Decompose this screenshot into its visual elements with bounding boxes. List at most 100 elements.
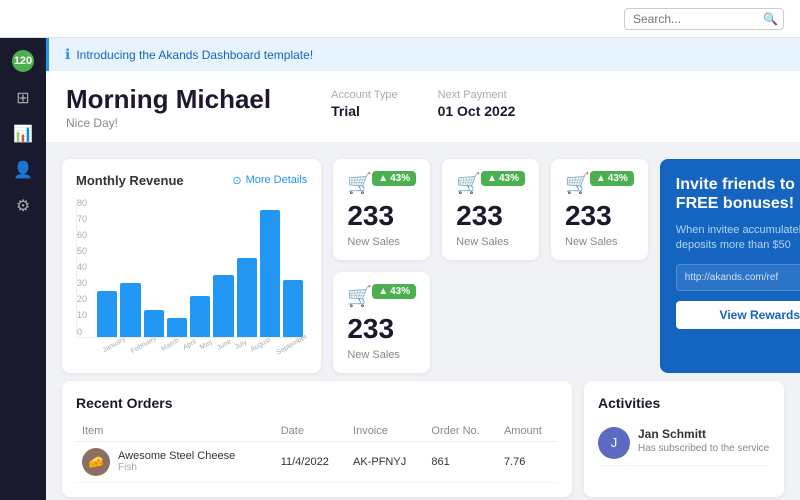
y-label-30: 30 bbox=[77, 278, 87, 288]
account-info: Account Type Trial Next Payment 01 Oct 2… bbox=[331, 89, 515, 119]
row-item-cell: 🧀 Awesome Steel Cheese Fish bbox=[76, 441, 275, 482]
stat-card-2-top: 🛒 ▲ 43% bbox=[456, 171, 525, 196]
y-label-80: 80 bbox=[77, 198, 87, 208]
cart-icon-4: 🛒 bbox=[347, 284, 372, 309]
stat-badge-4: ▲ 43% bbox=[372, 284, 416, 299]
next-payment-block: Next Payment 01 Oct 2022 bbox=[438, 89, 516, 119]
stat-card-4-top: 🛒 ▲ 43% bbox=[347, 284, 416, 309]
sidebar: 120 ⊞ 📊 👤 ⚙ bbox=[0, 38, 46, 500]
chart-area: 80 70 60 50 40 30 20 10 0 bbox=[76, 198, 307, 338]
item-name: Awesome Steel Cheese bbox=[118, 450, 235, 462]
more-details-link[interactable]: ⊙ More Details bbox=[232, 174, 307, 187]
bar-aug bbox=[260, 210, 280, 337]
col-date: Date bbox=[275, 421, 347, 442]
account-type-label: Account Type bbox=[331, 89, 397, 101]
sidebar-chart-icon[interactable]: 📊 bbox=[13, 124, 33, 144]
next-payment-value: 01 Oct 2022 bbox=[438, 103, 516, 119]
y-label-60: 60 bbox=[77, 230, 87, 240]
col-order-no: Order No. bbox=[425, 421, 498, 442]
bar-jul bbox=[237, 258, 257, 336]
sidebar-user-icon[interactable]: 👤 bbox=[13, 160, 33, 180]
x-label-jul: July bbox=[234, 338, 248, 350]
activity-avatar: J bbox=[598, 427, 630, 459]
activities-card: Activities J Jan Schmitt Has subscribed … bbox=[584, 381, 784, 497]
y-axis-labels: 80 70 60 50 40 30 20 10 0 bbox=[77, 198, 87, 337]
x-label-aug: August bbox=[250, 336, 272, 353]
next-payment-label: Next Payment bbox=[438, 89, 516, 101]
bottom-section: Recent Orders Item Date Invoice Order No… bbox=[46, 381, 800, 500]
bar-mar bbox=[144, 310, 164, 337]
stat-card-4: 🛒 ▲ 43% 233 New Sales bbox=[333, 272, 430, 373]
row-order-no: 861 bbox=[425, 441, 498, 482]
invite-link-box[interactable]: http://akands.com/ref ⧉ bbox=[676, 264, 800, 291]
search-box[interactable]: 🔍 bbox=[624, 8, 784, 30]
view-rewards-button[interactable]: View Rewards bbox=[676, 301, 800, 329]
col-item: Item bbox=[76, 421, 275, 442]
bar-feb bbox=[120, 283, 140, 337]
greeting-subtitle: Nice Day! bbox=[66, 116, 271, 130]
orders-title: Recent Orders bbox=[76, 395, 558, 411]
stat-label-3: New Sales bbox=[565, 236, 634, 248]
invite-desc: When invitee accumulately deposits more … bbox=[676, 223, 800, 254]
item-sub: Fish bbox=[118, 462, 235, 473]
greeting-block: Morning Michael Nice Day! bbox=[66, 85, 271, 130]
activities-title: Activities bbox=[598, 395, 770, 411]
x-axis-labels: January February March April May June Ju… bbox=[76, 342, 307, 349]
x-label-jan: January bbox=[102, 335, 127, 354]
stat-badge-arrow-3: ▲ bbox=[596, 173, 606, 184]
stat-card-1-top: 🛒 ▲ 43% bbox=[347, 171, 416, 196]
y-label-20: 20 bbox=[77, 294, 87, 304]
stat-badge-value-2: 43% bbox=[499, 173, 519, 184]
x-label-mar: March bbox=[160, 337, 180, 353]
x-label-apr: April bbox=[182, 338, 198, 351]
stat-card-3-top: 🛒 ▲ 43% bbox=[565, 171, 634, 196]
main-content: ℹ Introducing the Akands Dashboard templ… bbox=[46, 38, 800, 500]
stat-badge-2: ▲ 43% bbox=[481, 171, 525, 186]
avatar: 🧀 bbox=[82, 448, 110, 476]
sidebar-badge: 120 bbox=[12, 50, 34, 72]
col-invoice: Invoice bbox=[347, 421, 425, 442]
account-type-block: Account Type Trial bbox=[331, 89, 397, 119]
stat-badge-value-4: 43% bbox=[390, 286, 410, 297]
stat-number-1: 233 bbox=[347, 202, 416, 230]
stat-badge-arrow-4: ▲ bbox=[378, 286, 388, 297]
x-label-jun: June bbox=[216, 338, 233, 352]
stat-number-2: 233 bbox=[456, 202, 525, 230]
activity-item: J Jan Schmitt Has subscribed to the serv… bbox=[598, 421, 770, 466]
greeting-name: Morning Michael bbox=[66, 85, 271, 114]
bar-chart: 80 70 60 50 40 30 20 10 0 bbox=[76, 198, 307, 358]
activity-info: Jan Schmitt Has subscribed to the servic… bbox=[638, 427, 769, 454]
table-row: 🧀 Awesome Steel Cheese Fish 11/4/2022 AK… bbox=[76, 441, 558, 482]
stat-label-2: New Sales bbox=[456, 236, 525, 248]
stat-label-4: New Sales bbox=[347, 349, 416, 361]
x-label-may: May bbox=[199, 338, 214, 351]
revenue-title: Monthly Revenue bbox=[76, 173, 184, 188]
stat-card-1: 🛒 ▲ 43% 233 New Sales bbox=[333, 159, 430, 260]
sidebar-settings-icon[interactable]: ⚙ bbox=[16, 196, 30, 216]
item-cell: 🧀 Awesome Steel Cheese Fish bbox=[82, 448, 269, 476]
more-details-label: More Details bbox=[246, 174, 308, 186]
top-bar: 🔍 bbox=[0, 0, 800, 38]
info-icon: ℹ bbox=[65, 46, 70, 63]
dashboard-grid: Monthly Revenue ⊙ More Details 80 70 60 … bbox=[46, 143, 800, 381]
bar-sep bbox=[283, 280, 303, 337]
header-section: Morning Michael Nice Day! Account Type T… bbox=[46, 71, 800, 143]
account-type-value: Trial bbox=[331, 103, 397, 119]
activity-desc: Has subscribed to the service bbox=[638, 443, 769, 454]
revenue-card-header: Monthly Revenue ⊙ More Details bbox=[76, 173, 307, 188]
stat-card-2: 🛒 ▲ 43% 233 New Sales bbox=[442, 159, 539, 260]
stat-badge-value-1: 43% bbox=[390, 173, 410, 184]
stat-badge-arrow-1: ▲ bbox=[378, 173, 388, 184]
item-info: Awesome Steel Cheese Fish bbox=[118, 450, 235, 473]
sidebar-home-icon[interactable]: ⊞ bbox=[16, 88, 29, 108]
stat-badge-3: ▲ 43% bbox=[590, 171, 634, 186]
stat-number-3: 233 bbox=[565, 202, 634, 230]
search-input[interactable] bbox=[633, 12, 763, 26]
stat-badge-value-3: 43% bbox=[608, 173, 628, 184]
bar-apr bbox=[167, 318, 187, 337]
bar-may bbox=[190, 296, 210, 337]
bar-jun bbox=[213, 275, 233, 337]
row-date: 11/4/2022 bbox=[275, 441, 347, 482]
stat-badge-1: ▲ 43% bbox=[372, 171, 416, 186]
search-icon: 🔍 bbox=[763, 12, 778, 26]
